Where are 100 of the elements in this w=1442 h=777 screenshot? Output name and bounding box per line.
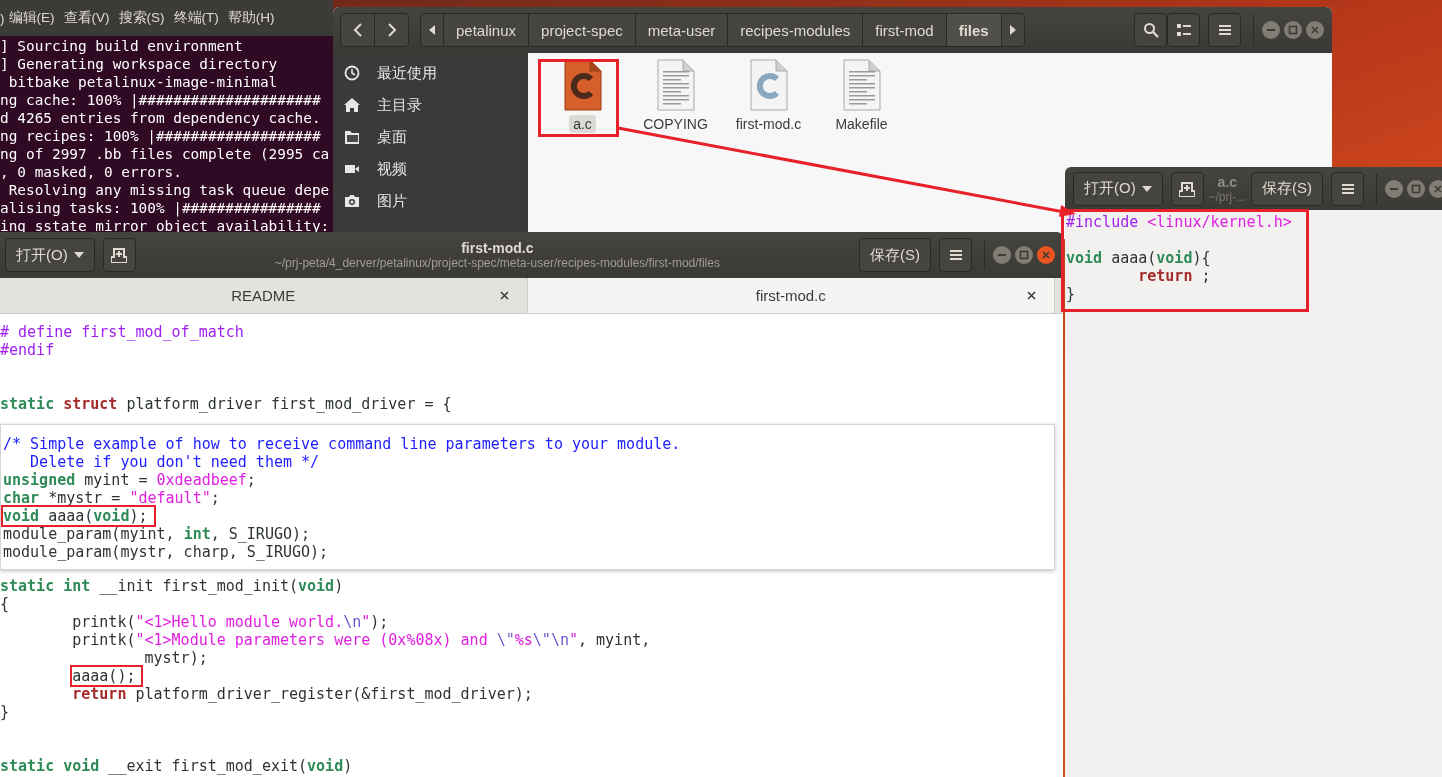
code-line: } [0,703,10,721]
close-button[interactable] [1037,246,1055,264]
search-button[interactable] [1134,13,1167,47]
caret-icon [1141,185,1152,192]
chevron-right-icon [386,23,397,37]
code-line: #include <linux/kernel.h> [1066,213,1292,231]
minimize-button[interactable] [1262,21,1280,39]
file-name[interactable]: COPYING [639,115,712,133]
code-line: char *mystr = "default"; [3,489,220,507]
code-line: aaaa(); [72,667,136,685]
path-button[interactable]: meta-user [634,13,729,47]
sidebar-item[interactable]: 图片 [333,185,528,217]
code-line: /* Simple example of how to receive command line parameters to your module. [3,435,681,453]
maximize-icon [1411,183,1421,194]
code-line: Delete if you don't need them */ [29,453,320,471]
menu-item[interactable]: ) [0,10,5,26]
scroll-left-button[interactable] [420,13,444,47]
minimize-button[interactable] [1385,179,1403,198]
menu-icon [1217,23,1232,37]
back-button[interactable] [340,13,375,47]
forward-button[interactable] [374,13,409,47]
open-button[interactable]: 打开(O) [1073,171,1163,206]
camera-icon [344,193,360,209]
terminal-line: ng cache: 100% |##################### [0,91,322,109]
window-title: a.c [1217,173,1238,190]
close-icon[interactable] [499,291,509,300]
terminal-line: ng recipes: 100% |################### [0,127,322,145]
scroll-right-button[interactable] [1000,13,1025,47]
tab[interactable]: first-mod.c [527,278,1055,313]
maximize-icon [1019,250,1029,260]
tab[interactable]: README [0,278,528,313]
maximize-button[interactable] [1015,246,1033,264]
open-button[interactable]: 打开(O) [5,238,95,272]
maximize-icon [1288,25,1298,35]
close-icon [1433,183,1442,194]
window-title: first-mod.c [461,240,534,256]
path-button[interactable]: petalinux [443,13,530,47]
path-button[interactable]: recipes-modules [727,13,864,47]
new-document-icon [1179,180,1196,197]
close-icon [1041,250,1051,260]
folder-icon [344,129,360,145]
code-line: unsigned myint = 0xdeadbeef; [3,471,256,489]
close-icon [1310,25,1320,35]
code-line: static int __init first_mod_init(void) [0,577,344,595]
code-line: static void __exit first_mod_exit(void) [0,757,353,775]
code-line: module_param(myint, int, S_IRUGO); [3,525,311,543]
new-tab-button[interactable] [1170,171,1204,206]
sidebar-item[interactable]: 最近使用 [333,57,528,89]
list-view-icon [1176,23,1191,37]
window-subtitle: ~/prj-... [1208,189,1247,204]
path-button[interactable]: files [945,13,1002,47]
save-button[interactable]: 保存(S) [1251,171,1323,206]
code-line: } [1066,285,1076,303]
menu-button[interactable] [1331,171,1364,206]
triangle-left-icon [429,25,435,35]
terminal-line: ng of 2997 .bb files complete (2995 ca [0,145,331,163]
terminal-line: alising tasks: 100% |################ [0,199,322,217]
triangle-right-icon [1009,25,1016,35]
menu-item[interactable]: 终端(T) [173,9,219,27]
new-document-icon [111,247,128,263]
maximize-button[interactable] [1284,21,1302,39]
save-button[interactable]: 保存(S) [859,238,931,272]
code-line: return platform_driver_register(&first_mod_driver); [71,685,533,703]
file-name[interactable]: first-mod.c [731,115,806,133]
code-line: void aaaa(void); [3,507,148,525]
terminal-line: Resolving any missing task queue depe [7,181,331,199]
path-button[interactable]: first-mod [862,13,947,47]
menu-button[interactable] [1208,13,1241,47]
menu-icon [1340,181,1355,196]
view-options-button[interactable] [1167,13,1200,47]
code-line: void aaaa(void){ [1066,249,1211,267]
terminal-line: ] Sourcing build environment [0,37,244,55]
menu-item[interactable]: 编辑(E) [8,9,55,27]
sidebar-item[interactable]: 主目录 [333,89,528,121]
close-button[interactable] [1429,179,1442,198]
minimize-button[interactable] [993,246,1011,264]
code-line: static struct platform_driver first_mod_driver = { [0,395,452,413]
close-icon[interactable] [1027,291,1036,300]
file-name[interactable]: Makefile [831,115,892,133]
sidebar-item[interactable]: 视频 [333,153,528,185]
menu-button[interactable] [939,238,972,272]
menu-item[interactable]: 搜索(S) [118,9,165,27]
maximize-button[interactable] [1407,179,1425,198]
close-button[interactable] [1306,21,1324,39]
code-line: printk("<1>Hello module world.\n"); [71,613,389,631]
sidebar-item[interactable]: 桌面 [333,121,528,153]
code-line: module_param(mystr, charp, S_IRUGO); [3,543,329,561]
code-line: printk("<1>Module parameters were (0x%08x) and \"%s\"\n", myint, [71,631,651,649]
clock-icon [344,65,360,81]
menu-item[interactable]: 查看(V) [63,9,110,27]
new-tab-button[interactable] [102,238,136,272]
caret-icon [73,252,84,258]
file-name[interactable]: a.c [569,115,596,133]
code-line: return ; [1137,267,1211,285]
terminal-line: d 4265 entries from dependency cache. [0,109,322,127]
code-line: mystr); [143,649,208,667]
menu-item[interactable]: 帮助(H) [227,9,275,27]
chevron-left-icon [352,23,363,37]
path-button[interactable]: project-spec [528,13,636,47]
code-line: #endif [0,341,55,359]
